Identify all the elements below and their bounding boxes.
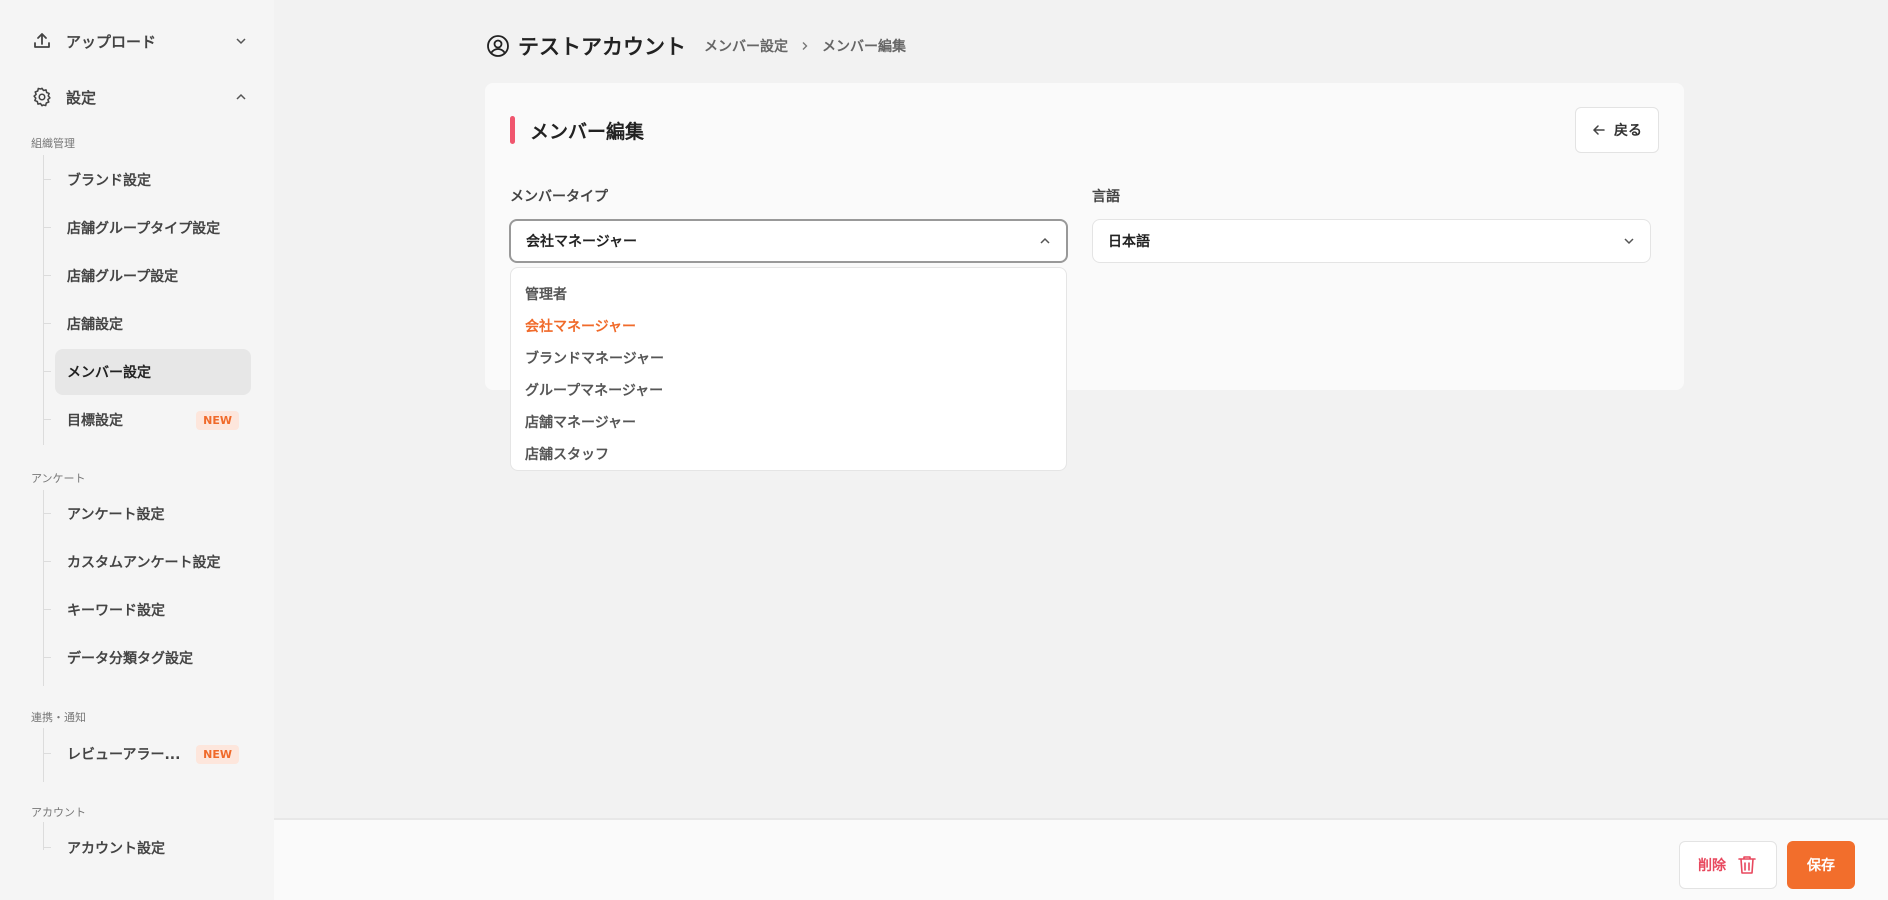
sidebar-item-keyword[interactable]: キーワード設定 bbox=[43, 587, 251, 633]
language-select[interactable]: 日本語 bbox=[1092, 219, 1651, 263]
title-accent-bar bbox=[510, 116, 515, 144]
sidebar-item-review-alert[interactable]: レビューアラー... NEW bbox=[43, 731, 251, 777]
sidebar-item-account[interactable]: アカウント設定 bbox=[43, 825, 251, 871]
save-button[interactable]: 保存 bbox=[1787, 841, 1855, 889]
sidebar-section-org: 組織管理 bbox=[31, 137, 75, 150]
arrow-left-icon bbox=[1592, 123, 1606, 137]
option-admin[interactable]: 管理者 bbox=[511, 278, 1066, 310]
sidebar-item-store[interactable]: 店舗設定 bbox=[43, 301, 251, 347]
breadcrumb-member-edit: メンバー編集 bbox=[822, 39, 906, 55]
upload-icon bbox=[30, 29, 54, 53]
chevron-right-icon bbox=[800, 41, 810, 51]
chevron-down-icon bbox=[234, 34, 248, 48]
card-title: メンバー編集 bbox=[510, 115, 644, 145]
sidebar-section-integration: 連携・通知 bbox=[31, 711, 86, 724]
chevron-up-icon bbox=[1039, 235, 1051, 247]
sidebar-item-label: 設定 bbox=[66, 88, 97, 107]
sidebar-item-settings[interactable]: 設定 bbox=[30, 82, 248, 112]
sidebar-item-survey[interactable]: アンケート設定 bbox=[43, 491, 251, 537]
sidebar-item-upload[interactable]: アップロード bbox=[30, 26, 248, 56]
language-label: 言語 bbox=[1092, 189, 1120, 205]
sidebar-item-label: アップロード bbox=[66, 32, 157, 51]
member-type-label: メンバータイプ bbox=[510, 189, 608, 205]
sidebar-item-store-group[interactable]: 店舗グループ設定 bbox=[43, 253, 251, 299]
page-title: テストアカウント bbox=[518, 35, 686, 59]
new-badge: NEW bbox=[196, 410, 239, 430]
option-store-staff[interactable]: 店舗スタッフ bbox=[511, 438, 1066, 470]
sidebar-item-data-tag[interactable]: データ分類タグ設定 bbox=[43, 635, 251, 681]
footer-bar: 削除 保存 bbox=[274, 818, 1888, 900]
sidebar-item-store-group-type[interactable]: 店舗グループタイプ設定 bbox=[43, 205, 251, 251]
page-header: テストアカウント メンバー設定 メンバー編集 bbox=[486, 30, 906, 62]
back-button[interactable]: 戻る bbox=[1575, 107, 1659, 153]
member-type-select[interactable]: 会社マネージャー bbox=[509, 219, 1068, 263]
sidebar: アップロード 設定 組織管理 ブランド設定 店舗グループタイプ設定 店舗グループ… bbox=[0, 0, 274, 900]
sidebar-section-account: アカウント bbox=[31, 806, 86, 819]
sidebar-tree-line bbox=[43, 728, 44, 782]
account-circle-icon bbox=[486, 34, 510, 58]
member-type-dropdown: 管理者 会社マネージャー ブランドマネージャー グループマネージャー 店舗マネー… bbox=[510, 267, 1067, 471]
sidebar-item-custom-survey[interactable]: カスタムアンケート設定 bbox=[43, 539, 251, 585]
sidebar-item-goal[interactable]: 目標設定 NEW bbox=[43, 397, 251, 443]
breadcrumb-member-settings[interactable]: メンバー設定 bbox=[704, 36, 788, 56]
option-brand-manager[interactable]: ブランドマネージャー bbox=[511, 342, 1066, 374]
option-group-manager[interactable]: グループマネージャー bbox=[511, 374, 1066, 406]
sidebar-item-member[interactable]: メンバー設定 bbox=[43, 349, 251, 395]
option-store-manager[interactable]: 店舗マネージャー bbox=[511, 406, 1066, 438]
sidebar-section-survey: アンケート bbox=[31, 472, 86, 485]
sidebar-item-brand[interactable]: ブランド設定 bbox=[43, 157, 251, 203]
chevron-up-icon bbox=[234, 90, 248, 104]
sidebar-tree-line bbox=[43, 822, 44, 850]
sidebar-tree-line bbox=[43, 155, 44, 445]
delete-button[interactable]: 削除 bbox=[1679, 841, 1777, 889]
new-badge: NEW bbox=[196, 744, 239, 764]
trash-icon bbox=[1736, 854, 1758, 876]
option-company-manager[interactable]: 会社マネージャー bbox=[511, 310, 1066, 342]
gear-icon bbox=[30, 85, 54, 109]
chevron-down-icon bbox=[1623, 235, 1635, 247]
